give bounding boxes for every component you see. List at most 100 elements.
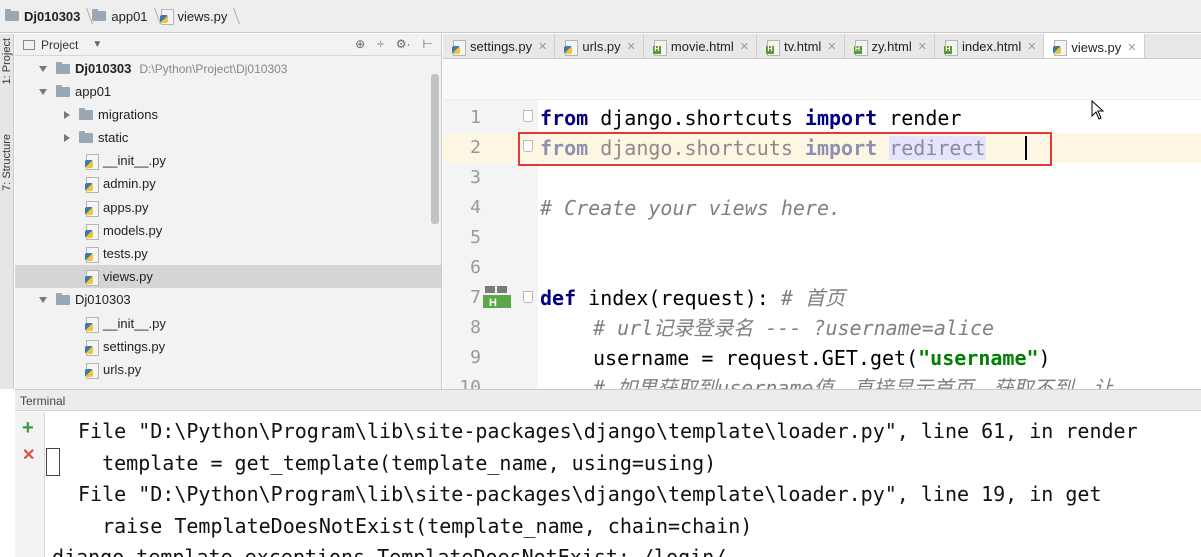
folder-icon xyxy=(79,107,93,120)
code-editor[interactable]: 1 from django.shortcuts import render 2 … xyxy=(443,60,1201,389)
close-icon[interactable]: ✕ xyxy=(538,40,547,53)
code-line[interactable]: 9 username = request.GET.get("username") xyxy=(443,343,1201,373)
target-icon[interactable]: ⊕ xyxy=(355,37,365,51)
breadcrumb-file[interactable]: views.py xyxy=(158,0,238,33)
project-panel-title[interactable]: Project xyxy=(41,38,78,52)
close-icon[interactable]: ✕ xyxy=(918,40,927,53)
close-icon[interactable]: ✕ xyxy=(1027,40,1036,53)
folder-icon xyxy=(56,292,70,305)
tree-item-app01[interactable]: app01 xyxy=(39,80,111,103)
code-comment: # 如果获取到username值，直接显示首页，获取不到，让 xyxy=(593,376,1114,389)
line-number: 6 xyxy=(470,257,481,278)
breadcrumb-folder[interactable]: app01 xyxy=(90,0,157,33)
python-file-icon xyxy=(85,339,99,356)
tab-views[interactable]: views.py ✕ xyxy=(1044,34,1145,58)
tree-item-file[interactable]: urls.py xyxy=(85,358,141,381)
run-gutter-icon[interactable]: H xyxy=(483,284,511,308)
editor-header-strip xyxy=(443,60,1201,100)
close-icon[interactable]: ✕ xyxy=(740,40,749,53)
close-session-icon[interactable]: ✕ xyxy=(22,448,35,464)
tree-item-selected[interactable]: views.py xyxy=(15,265,441,288)
expand-arrow-icon[interactable] xyxy=(39,296,47,303)
collapsed-arrow-icon[interactable] xyxy=(64,110,70,119)
structure-tool-button[interactable]: 7: Structure xyxy=(1,134,13,191)
tree-item-file[interactable]: tests.py xyxy=(85,242,148,265)
expand-arrow-icon[interactable] xyxy=(39,65,47,72)
code-line[interactable]: 7 def index(request): # 首页 xyxy=(443,283,1201,313)
terminal-line: File "D:\Python\Program\lib\site-package… xyxy=(78,482,1102,506)
tree-item-label: models.py xyxy=(103,223,163,238)
line-number: 9 xyxy=(470,347,481,368)
tree-item-label: static xyxy=(98,130,129,145)
tree-item-label: admin.py xyxy=(103,176,156,191)
gear-icon[interactable]: ⚙· xyxy=(396,37,411,51)
breadcrumb-file-label: views.py xyxy=(177,8,228,24)
tree-item-package[interactable]: Dj010303 xyxy=(39,288,131,311)
fold-icon[interactable] xyxy=(523,110,533,122)
keyword: from xyxy=(540,106,589,130)
tree-item-file[interactable]: settings.py xyxy=(85,335,165,358)
project-view-icon xyxy=(23,39,35,50)
project-tool-button[interactable]: 1: Project xyxy=(1,38,13,84)
python-file-icon xyxy=(85,362,99,379)
keyword: def xyxy=(540,286,577,310)
fold-icon[interactable] xyxy=(523,291,533,303)
tree-item-file[interactable]: __init__.py xyxy=(85,312,166,335)
tab-urls[interactable]: urls.py ✕ xyxy=(555,34,644,58)
tab-settings[interactable]: settings.py ✕ xyxy=(443,34,556,58)
expand-arrow-icon[interactable] xyxy=(39,88,47,95)
code-text: ) xyxy=(1038,346,1051,370)
line-number: 5 xyxy=(470,227,481,248)
tree-item-label: settings.py xyxy=(103,339,166,354)
python-file-icon xyxy=(85,269,99,286)
keyword: import xyxy=(804,106,878,130)
tree-item-migrations[interactable]: migrations xyxy=(63,103,158,126)
python-file-icon xyxy=(85,316,99,333)
tab-zy[interactable]: zy.html ✕ xyxy=(845,34,935,58)
code-line[interactable]: 3 xyxy=(443,163,1201,193)
tree-item-file[interactable]: models.py xyxy=(85,219,162,242)
tab-label: zy.html xyxy=(871,39,912,54)
tree-item-file[interactable]: __init__.py xyxy=(85,149,166,172)
terminal-output[interactable]: File "D:\Python\Program\lib\site-package… xyxy=(46,412,1201,557)
tab-label: tv.html xyxy=(783,39,822,54)
navigation-breadcrumb: Dj010303 app01 views.py xyxy=(0,0,1201,33)
string-literal: "username" xyxy=(918,346,1039,370)
code-line[interactable]: 4 # Create your views here. xyxy=(443,193,1201,223)
tab-label: index.html xyxy=(961,39,1022,54)
code-line[interactable]: 5 xyxy=(443,223,1201,253)
line-number: 8 xyxy=(470,317,481,338)
line-number: 4 xyxy=(470,197,481,218)
code-line[interactable]: 1 from django.shortcuts import render xyxy=(443,103,1201,133)
tree-item-root[interactable]: Dj010303 D:\Python\Project\Dj010303 xyxy=(39,57,287,80)
project-scrollbar[interactable] xyxy=(431,74,439,224)
html-file-icon xyxy=(652,39,667,56)
tree-item-label: views.py xyxy=(103,269,153,284)
breadcrumb-folder-label: app01 xyxy=(111,8,148,24)
code-text: index(request): xyxy=(576,286,781,310)
code-line[interactable]: 8 # url记录登录名 --- ?username=alice xyxy=(443,313,1201,343)
breadcrumb-project[interactable]: Dj010303 xyxy=(3,0,90,33)
hide-panel-icon[interactable]: ⊢ xyxy=(423,37,433,51)
close-icon[interactable]: ✕ xyxy=(827,40,836,53)
collapsed-arrow-icon[interactable] xyxy=(64,133,70,142)
tab-index[interactable]: index.html ✕ xyxy=(935,34,1045,58)
close-icon[interactable]: ✕ xyxy=(627,40,636,53)
line-number: 3 xyxy=(470,167,481,188)
tree-item-file[interactable]: admin.py xyxy=(85,172,156,195)
code-text: render xyxy=(877,106,962,130)
collapse-all-icon[interactable]: ÷ xyxy=(377,37,384,51)
python-file-icon xyxy=(85,246,99,263)
editor-tabs: settings.py ✕ urls.py ✕ movie.html ✕ tv.… xyxy=(443,34,1201,59)
tab-tv[interactable]: tv.html ✕ xyxy=(757,34,845,58)
chevron-down-icon[interactable]: ▼ xyxy=(92,39,102,50)
breadcrumb-project-label: Dj010303 xyxy=(24,8,81,24)
python-file-icon xyxy=(159,9,174,25)
tree-item-static[interactable]: static xyxy=(63,126,128,149)
code-line[interactable]: 6 xyxy=(443,253,1201,283)
close-icon[interactable]: ✕ xyxy=(1127,41,1136,54)
code-line-partial[interactable]: 10 # 如果获取到username值，直接显示首页，获取不到，让 xyxy=(443,373,1201,389)
tree-item-file[interactable]: apps.py xyxy=(85,196,149,219)
tab-movie[interactable]: movie.html ✕ xyxy=(644,34,757,58)
new-session-icon[interactable]: + xyxy=(22,418,34,438)
